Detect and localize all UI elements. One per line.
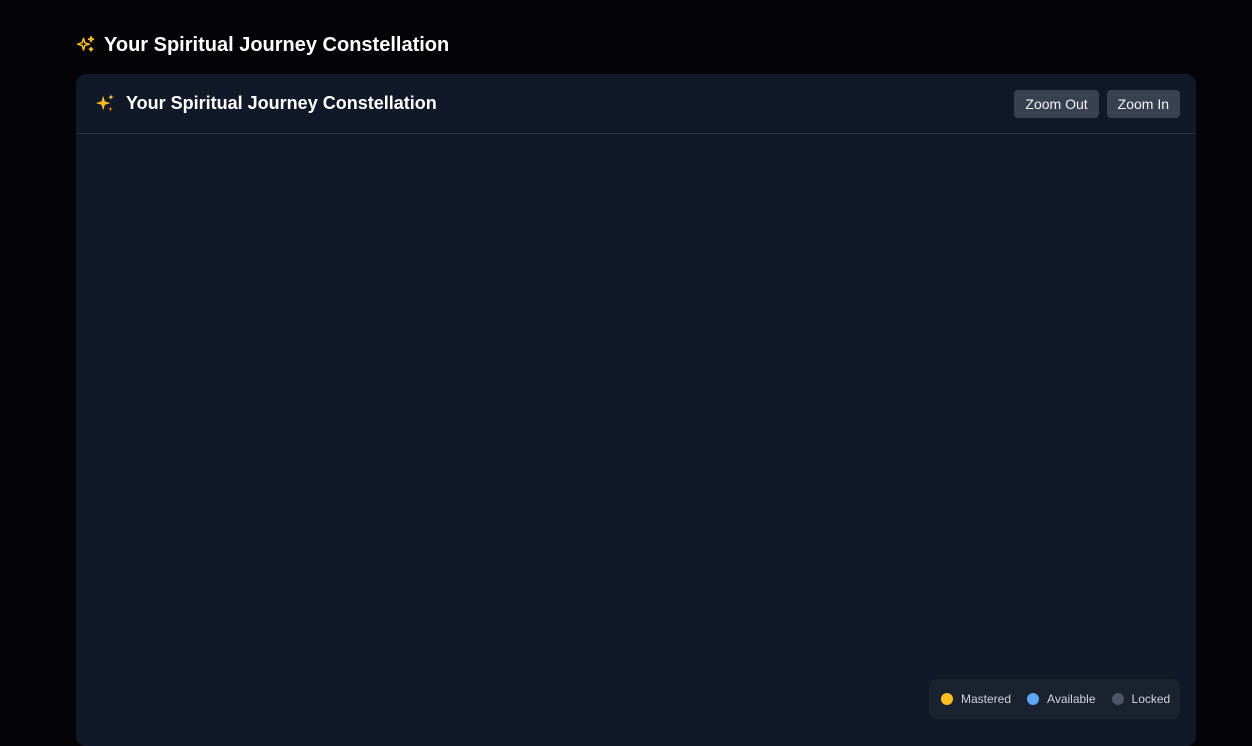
legend-item-locked: Locked: [1111, 692, 1171, 706]
legend-label: Locked: [1131, 692, 1171, 706]
sparkles-icon: [76, 35, 96, 55]
page-heading-text: Your Spiritual Journey Constellation: [104, 33, 450, 56]
available-dot-icon: [1027, 693, 1040, 705]
legend: Mastered Available Locked: [929, 679, 1180, 719]
legend-label: Available: [1047, 692, 1096, 706]
constellation-panel: Your Spiritual Journey Constellation Zoo…: [76, 74, 1196, 746]
panel-header: Your Spiritual Journey Constellation Zoo…: [76, 74, 1196, 134]
page-heading: Your Spiritual Journey Constellation: [76, 31, 449, 59]
sparkles-icon: [94, 93, 116, 115]
legend-label: Mastered: [961, 692, 1012, 706]
zoom-in-button[interactable]: Zoom In: [1106, 89, 1180, 118]
zoom-out-button[interactable]: Zoom Out: [1014, 89, 1099, 118]
locked-dot-icon: [1111, 693, 1124, 705]
panel-title-text: Your Spiritual Journey Constellation: [126, 93, 437, 113]
mastered-dot-icon: [941, 693, 953, 705]
constellation-canvas[interactable]: [76, 135, 1196, 746]
legend-item-mastered: Mastered: [941, 692, 1011, 706]
panel-title: Your Spiritual Journey Constellation: [94, 93, 437, 115]
legend-item-available: Available: [1027, 692, 1096, 706]
zoom-controls: Zoom Out Zoom In: [1014, 89, 1180, 118]
